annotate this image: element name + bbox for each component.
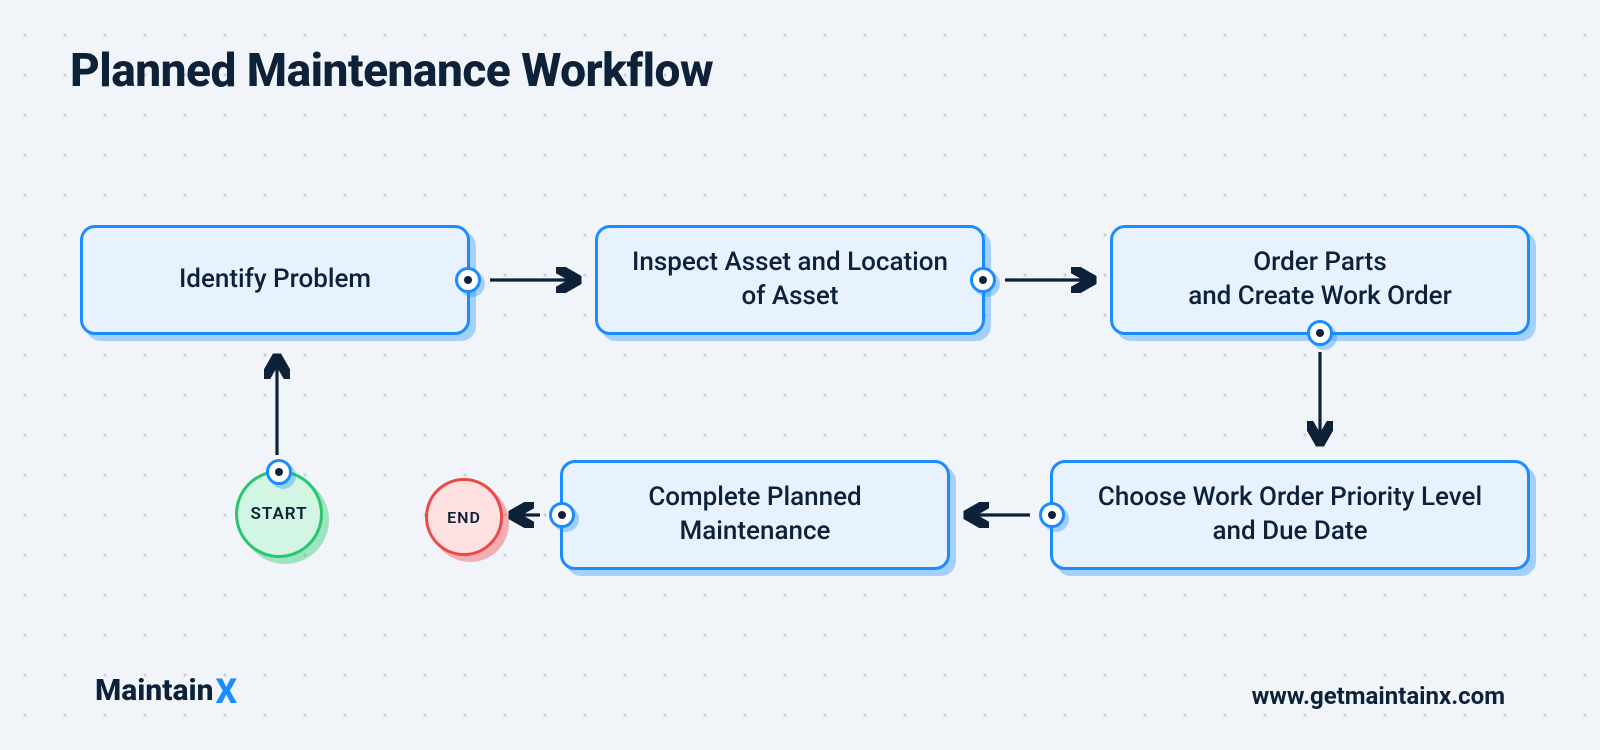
port-icon — [1039, 502, 1065, 528]
end-node: END — [425, 478, 503, 556]
node-label: Complete Planned Maintenance — [593, 481, 917, 549]
node-complete-maintenance: Complete Planned Maintenance — [560, 460, 950, 570]
port-icon — [266, 459, 292, 485]
brand-suffix: X — [215, 672, 237, 712]
node-label: Order Parts and Create Work Order — [1188, 246, 1452, 314]
node-choose-priority: Choose Work Order Priority Level and Due… — [1050, 460, 1530, 570]
arrows-layer — [0, 0, 1600, 750]
node-label: Choose Work Order Priority Level and Due… — [1083, 481, 1497, 549]
dot-grid-background — [0, 0, 1600, 750]
node-inspect-asset: Inspect Asset and Location of Asset — [595, 225, 985, 335]
start-label: START — [250, 504, 307, 524]
end-label: END — [447, 508, 481, 527]
node-label: Inspect Asset and Location of Asset — [628, 246, 952, 314]
node-order-parts: Order Parts and Create Work Order — [1110, 225, 1530, 335]
footer-url: www.getmaintainx.com — [1252, 682, 1505, 710]
port-icon — [455, 267, 481, 293]
port-icon — [1307, 320, 1333, 346]
diagram-canvas: Planned Maintenance Workflow Identify Pr… — [0, 0, 1600, 750]
brand-logo: Maintain X — [95, 670, 237, 710]
start-node: START — [235, 470, 323, 558]
port-icon — [970, 267, 996, 293]
node-identify-problem: Identify Problem — [80, 225, 470, 335]
page-title: Planned Maintenance Workflow — [70, 44, 713, 98]
port-icon — [549, 502, 575, 528]
footer: Maintain X www.getmaintainx.com — [95, 670, 1505, 710]
brand-name: Maintain — [95, 673, 213, 708]
node-label: Identify Problem — [179, 263, 371, 297]
